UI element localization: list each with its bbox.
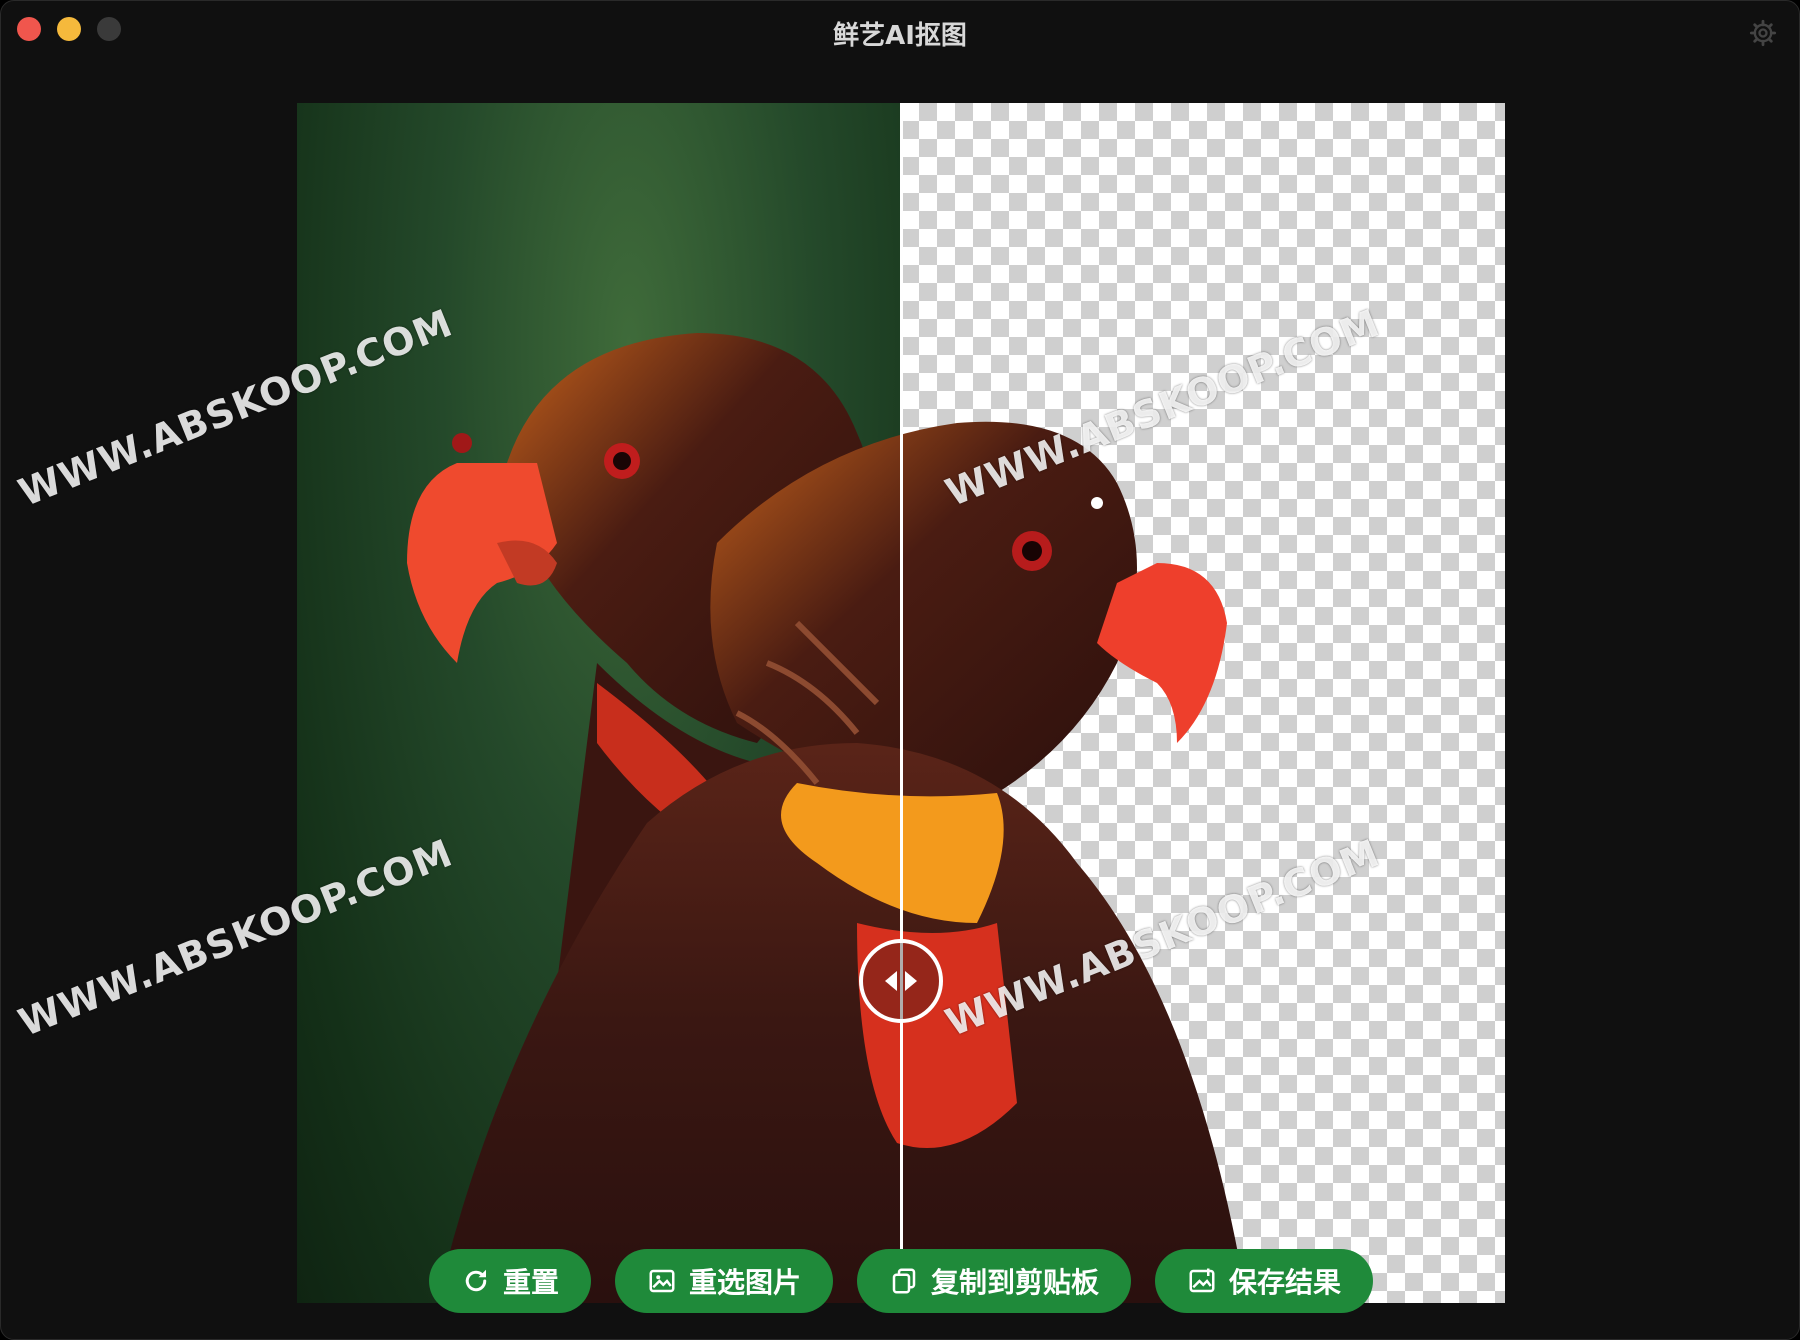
window-title: 鲜艺AI抠图 bbox=[833, 21, 967, 51]
title-bar: 鲜艺AI抠图 bbox=[1, 1, 1799, 65]
divider-drag-handle[interactable] bbox=[859, 939, 943, 1023]
reset-label: 重置 bbox=[502, 1266, 559, 1299]
app-window: 鲜艺AI抠图 WWW.ABSKOOP.COM WWW.ABSKOOP.COM W… bbox=[0, 0, 1800, 1340]
save-image-icon bbox=[1189, 1268, 1215, 1293]
save-label: 保存结果 bbox=[1228, 1266, 1341, 1299]
refresh-icon bbox=[465, 1269, 487, 1292]
comparison-stage[interactable] bbox=[297, 103, 1505, 1303]
comparison-divider[interactable] bbox=[900, 103, 903, 1303]
copy-icon bbox=[892, 1268, 916, 1294]
image-icon bbox=[649, 1269, 675, 1293]
action-toolbar: 重置 重选图片 复制到剪贴板 保存结果 bbox=[1, 1249, 1799, 1313]
gear-icon[interactable] bbox=[1749, 19, 1777, 47]
reset-button[interactable]: 重置 bbox=[429, 1249, 591, 1313]
left-right-arrows-icon bbox=[885, 971, 917, 991]
copy-to-clipboard-button[interactable]: 复制到剪贴板 bbox=[857, 1249, 1131, 1313]
reselect-image-button[interactable]: 重选图片 bbox=[615, 1249, 833, 1313]
copy-label: 复制到剪贴板 bbox=[930, 1266, 1099, 1299]
save-result-button[interactable]: 保存结果 bbox=[1155, 1249, 1373, 1313]
reselect-label: 重选图片 bbox=[688, 1266, 801, 1299]
